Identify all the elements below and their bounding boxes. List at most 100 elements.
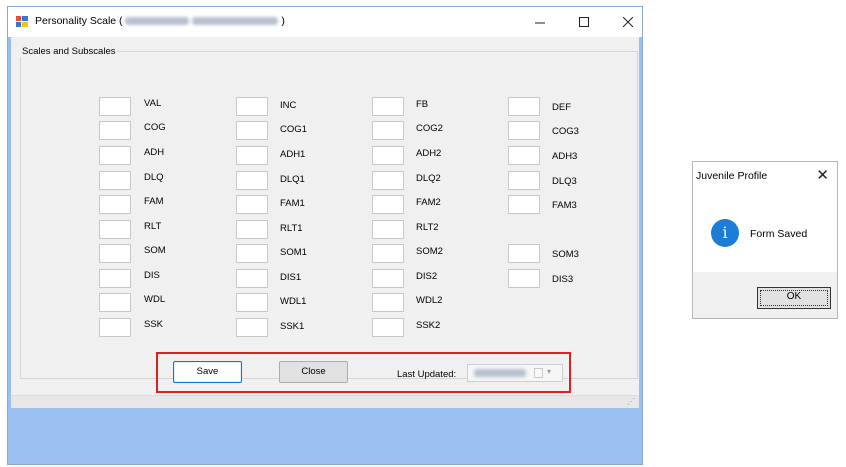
dialog-title: Juvenile Profile xyxy=(696,170,768,182)
scale-label-adh2: ADH2 xyxy=(416,148,442,159)
scale-label-som1: SOM1 xyxy=(280,247,307,258)
scale-label-rlt1: RLT1 xyxy=(280,223,303,234)
scale-input-som3[interactable] xyxy=(508,244,540,263)
scale-label-adh3: ADH3 xyxy=(552,151,578,162)
scale-input-som[interactable] xyxy=(99,244,131,263)
scale-label-dlq3: DLQ3 xyxy=(552,176,577,187)
status-bar: ⋰ xyxy=(11,395,639,408)
scale-input-ssk2[interactable] xyxy=(372,318,404,337)
dialog-ok-button[interactable]: OK xyxy=(757,287,831,309)
scale-input-adh[interactable] xyxy=(99,146,131,165)
scale-input-dis3[interactable] xyxy=(508,269,540,288)
resize-grip-icon[interactable]: ⋰ xyxy=(627,397,635,406)
scale-label-ssk2: SSK2 xyxy=(416,320,441,331)
dialog-message: Form Saved xyxy=(750,228,808,240)
scale-input-def[interactable] xyxy=(508,97,540,116)
scale-label-fam1: FAM1 xyxy=(280,198,305,209)
scale-input-som2[interactable] xyxy=(372,244,404,263)
scale-label-adh1: ADH1 xyxy=(280,149,306,160)
scale-input-adh2[interactable] xyxy=(372,146,404,165)
scale-label-wdl2: WDL2 xyxy=(416,295,443,306)
redacted-text xyxy=(125,17,190,26)
scale-label-val: VAL xyxy=(144,98,162,109)
scale-input-dlq[interactable] xyxy=(99,171,131,190)
scale-input-cog[interactable] xyxy=(99,121,131,140)
scale-label-dis3: DIS3 xyxy=(552,274,574,285)
close-icon xyxy=(622,16,634,28)
scale-input-cog3[interactable] xyxy=(508,121,540,140)
scale-input-wdl[interactable] xyxy=(99,293,131,312)
maximize-button[interactable] xyxy=(562,7,606,37)
title-bar: Personality Scale ( ) xyxy=(8,7,642,37)
scale-label-dlq1: DLQ1 xyxy=(280,174,305,185)
scale-label-fb: FB xyxy=(416,99,429,110)
scale-input-dis[interactable] xyxy=(99,269,131,288)
scale-label-wdl1: WDL1 xyxy=(280,296,307,307)
scale-label-adh: ADH xyxy=(144,147,165,158)
scale-input-inc[interactable] xyxy=(236,97,268,116)
scale-input-dlq2[interactable] xyxy=(372,171,404,190)
scale-input-dlq3[interactable] xyxy=(508,171,540,190)
scale-label-dlq2: DLQ2 xyxy=(416,173,441,184)
scale-input-ssk1[interactable] xyxy=(236,318,268,337)
minimize-icon xyxy=(535,22,545,24)
scale-label-fam: FAM xyxy=(144,196,164,207)
dialog-title-bar: Juvenile Profile ✕ xyxy=(693,162,837,190)
scale-label-cog3: COG3 xyxy=(552,126,579,137)
scale-label-ssk: SSK xyxy=(144,319,164,330)
minimize-button[interactable] xyxy=(518,7,562,37)
scale-input-fam1[interactable] xyxy=(236,195,268,214)
scale-label-fam2: FAM2 xyxy=(416,197,441,208)
scale-label-rlt2: RLT2 xyxy=(416,222,439,233)
window-title: Personality Scale ( ) xyxy=(35,15,285,27)
scale-label-som: SOM xyxy=(144,245,166,256)
scale-input-rlt1[interactable] xyxy=(236,220,268,239)
scale-label-dis2: DIS2 xyxy=(416,271,438,282)
personality-scale-window: Personality Scale ( ) Scales and Subscal… xyxy=(7,6,643,465)
scale-label-rlt: RLT xyxy=(144,221,162,232)
scale-input-wdl2[interactable] xyxy=(372,293,404,312)
info-icon: i xyxy=(711,219,739,247)
window-title-prefix: Personality Scale ( xyxy=(35,15,123,27)
scale-label-ssk1: SSK1 xyxy=(280,321,305,332)
scale-input-val[interactable] xyxy=(99,97,131,116)
scale-label-dis: DIS xyxy=(144,270,160,281)
scale-input-adh1[interactable] xyxy=(236,146,268,165)
scale-input-adh3[interactable] xyxy=(508,146,540,165)
window-title-suffix: ) xyxy=(281,15,285,27)
app-icon xyxy=(16,16,28,27)
scale-label-cog2: COG2 xyxy=(416,123,443,134)
scale-label-dlq: DLQ xyxy=(144,172,164,183)
scale-label-def: DEF xyxy=(552,102,571,113)
scale-input-fam[interactable] xyxy=(99,195,131,214)
scale-input-fam2[interactable] xyxy=(372,195,404,214)
scale-label-dis1: DIS1 xyxy=(280,272,302,283)
maximize-icon xyxy=(579,17,589,27)
dialog-close-icon[interactable]: ✕ xyxy=(816,166,829,184)
scale-input-dis2[interactable] xyxy=(372,269,404,288)
scale-input-ssk[interactable] xyxy=(99,318,131,337)
scale-input-fb[interactable] xyxy=(372,97,404,116)
close-window-button[interactable] xyxy=(606,7,650,37)
scale-input-som1[interactable] xyxy=(236,244,268,263)
scale-label-cog1: COG1 xyxy=(280,124,307,135)
scale-input-cog1[interactable] xyxy=(236,121,268,140)
scale-label-wdl: WDL xyxy=(144,294,166,305)
juvenile-profile-dialog: Juvenile Profile ✕ i Form Saved OK xyxy=(692,161,838,319)
scale-input-wdl1[interactable] xyxy=(236,293,268,312)
scale-input-cog2[interactable] xyxy=(372,121,404,140)
scale-input-dis1[interactable] xyxy=(236,269,268,288)
scales-group-label: Scales and Subscales xyxy=(20,46,118,57)
dialog-body: i Form Saved xyxy=(693,190,837,272)
scale-input-rlt2[interactable] xyxy=(372,220,404,239)
scale-label-som3: SOM3 xyxy=(552,249,579,260)
scale-label-som2: SOM2 xyxy=(416,246,443,257)
highlight-rectangle xyxy=(156,352,571,393)
scale-input-dlq1[interactable] xyxy=(236,171,268,190)
scale-label-inc: INC xyxy=(280,100,297,111)
scale-input-rlt[interactable] xyxy=(99,220,131,239)
scale-label-cog: COG xyxy=(144,122,166,133)
redacted-text xyxy=(192,17,279,26)
scale-label-fam3: FAM3 xyxy=(552,200,577,211)
scale-input-fam3[interactable] xyxy=(508,195,540,214)
